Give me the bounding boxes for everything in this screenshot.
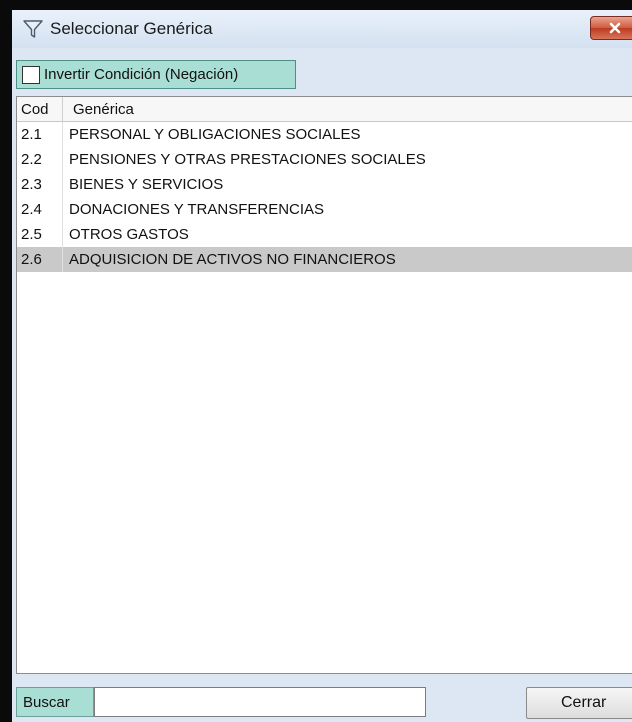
table-row[interactable]: 2.4 DONACIONES Y TRANSFERENCIAS xyxy=(17,197,632,222)
close-icon xyxy=(609,22,621,34)
filter-icon xyxy=(23,20,43,38)
table-row[interactable]: 2.2 PENSIONES Y OTRAS PRESTACIONES SOCIA… xyxy=(17,147,632,172)
toolbar: Invertir Condición (Negación) xyxy=(12,48,632,98)
title-bar: Seleccionar Genérica xyxy=(12,10,632,48)
cell-cod: 2.1 xyxy=(17,122,63,147)
search-label: Buscar xyxy=(16,687,94,717)
cell-cod: 2.5 xyxy=(17,222,63,247)
close-button[interactable]: Cerrar xyxy=(526,687,632,719)
column-header-generica[interactable]: Genérica xyxy=(63,97,632,121)
cell-generica: DONACIONES Y TRANSFERENCIAS xyxy=(69,201,325,218)
table-row[interactable]: 2.1 PERSONAL Y OBLIGACIONES SOCIALES xyxy=(17,122,632,147)
cell-cod: 2.3 xyxy=(17,172,63,197)
cell-generica: PENSIONES Y OTRAS PRESTACIONES SOCIALES xyxy=(69,151,426,168)
invert-condition-label: Invertir Condición (Negación) xyxy=(44,66,239,83)
cell-generica: ADQUISICION DE ACTIVOS NO FINANCIEROS xyxy=(69,251,396,268)
search-input[interactable] xyxy=(94,687,426,717)
table-row[interactable]: 2.5 OTROS GASTOS xyxy=(17,222,632,247)
cell-generica: PERSONAL Y OBLIGACIONES SOCIALES xyxy=(69,126,361,143)
close-window-button[interactable] xyxy=(590,16,632,40)
select-generica-dialog: Seleccionar Genérica Invertir Condición … xyxy=(0,0,632,722)
cell-cod: 2.2 xyxy=(17,147,63,172)
cell-generica: BIENES Y SERVICIOS xyxy=(69,176,224,193)
table-header: Cod Genérica xyxy=(17,97,632,122)
invert-condition-toggle[interactable]: Invertir Condición (Negación) xyxy=(16,60,296,89)
cell-cod: 2.6 xyxy=(17,247,63,272)
table-row[interactable]: 2.3 BIENES Y SERVICIOS xyxy=(17,172,632,197)
footer-bar: Buscar Cerrar xyxy=(12,674,632,722)
invert-condition-checkbox[interactable] xyxy=(22,65,40,84)
table-row-selected[interactable]: 2.6 ADQUISICION DE ACTIVOS NO FINANCIERO… xyxy=(17,247,632,272)
window-title: Seleccionar Genérica xyxy=(50,19,213,38)
generica-table: Cod Genérica 2.1 PERSONAL Y OBLIGACIONES… xyxy=(16,96,632,674)
cell-generica: OTROS GASTOS xyxy=(69,226,189,243)
cell-cod: 2.4 xyxy=(17,197,63,222)
column-header-cod[interactable]: Cod xyxy=(17,97,63,121)
